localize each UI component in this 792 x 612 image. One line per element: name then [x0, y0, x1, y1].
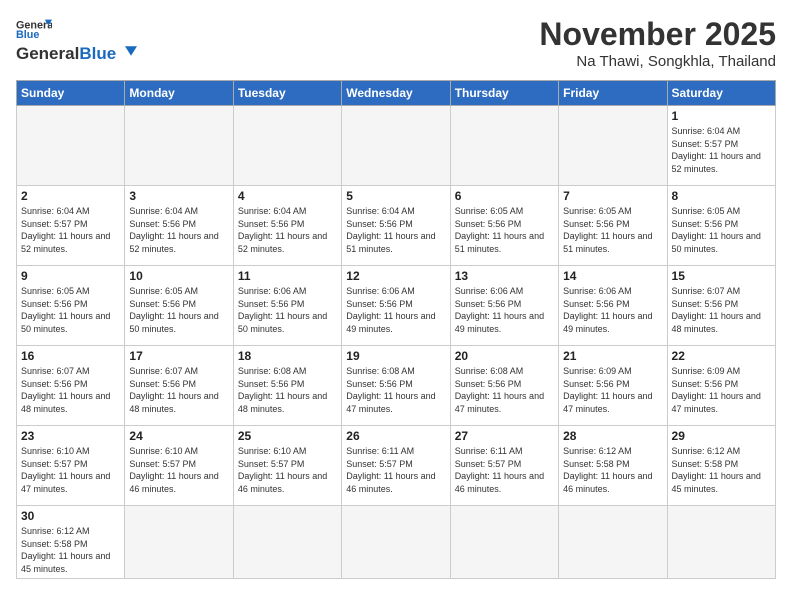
day-19: 19 Sunrise: 6:08 AMSunset: 5:56 PMDaylig…	[342, 346, 450, 426]
weekday-header-row: Sunday Monday Tuesday Wednesday Thursday…	[17, 81, 776, 106]
day-28: 28 Sunrise: 6:12 AMSunset: 5:58 PMDaylig…	[559, 426, 667, 506]
header-monday: Monday	[125, 81, 233, 106]
empty-cell	[450, 506, 558, 579]
logo-general: General	[16, 44, 79, 64]
day-25: 25 Sunrise: 6:10 AMSunset: 5:57 PMDaylig…	[233, 426, 341, 506]
empty-cell	[233, 506, 341, 579]
day-10: 10 Sunrise: 6:05 AMSunset: 5:56 PMDaylig…	[125, 266, 233, 346]
day-22: 22 Sunrise: 6:09 AMSunset: 5:56 PMDaylig…	[667, 346, 775, 426]
day-2: 2 Sunrise: 6:04 AMSunset: 5:57 PMDayligh…	[17, 186, 125, 266]
empty-cell	[667, 506, 775, 579]
day-9: 9 Sunrise: 6:05 AMSunset: 5:56 PMDayligh…	[17, 266, 125, 346]
day-24: 24 Sunrise: 6:10 AMSunset: 5:57 PMDaylig…	[125, 426, 233, 506]
week-row-2: 2 Sunrise: 6:04 AMSunset: 5:57 PMDayligh…	[17, 186, 776, 266]
day-18: 18 Sunrise: 6:08 AMSunset: 5:56 PMDaylig…	[233, 346, 341, 426]
day-20: 20 Sunrise: 6:08 AMSunset: 5:56 PMDaylig…	[450, 346, 558, 426]
day-27: 27 Sunrise: 6:11 AMSunset: 5:57 PMDaylig…	[450, 426, 558, 506]
day-16: 16 Sunrise: 6:07 AMSunset: 5:56 PMDaylig…	[17, 346, 125, 426]
day-6: 6 Sunrise: 6:05 AMSunset: 5:56 PMDayligh…	[450, 186, 558, 266]
header-tuesday: Tuesday	[233, 81, 341, 106]
empty-cell	[17, 106, 125, 186]
svg-text:Blue: Blue	[16, 29, 39, 40]
day-7: 7 Sunrise: 6:05 AMSunset: 5:56 PMDayligh…	[559, 186, 667, 266]
empty-cell	[559, 506, 667, 579]
empty-cell	[125, 106, 233, 186]
calendar-table: Sunday Monday Tuesday Wednesday Thursday…	[16, 80, 776, 579]
day-8: 8 Sunrise: 6:05 AMSunset: 5:56 PMDayligh…	[667, 186, 775, 266]
empty-cell	[233, 106, 341, 186]
empty-cell	[450, 106, 558, 186]
day-23: 23 Sunrise: 6:10 AMSunset: 5:57 PMDaylig…	[17, 426, 125, 506]
empty-cell	[342, 106, 450, 186]
empty-cell	[125, 506, 233, 579]
page-header: General Blue General Blue November 2025 …	[16, 16, 776, 70]
week-row-6: 30 Sunrise: 6:12 AMSunset: 5:58 PMDaylig…	[17, 506, 776, 579]
logo: General Blue General Blue	[16, 16, 137, 64]
day-4: 4 Sunrise: 6:04 AMSunset: 5:56 PMDayligh…	[233, 186, 341, 266]
week-row-3: 9 Sunrise: 6:05 AMSunset: 5:56 PMDayligh…	[17, 266, 776, 346]
week-row-5: 23 Sunrise: 6:10 AMSunset: 5:57 PMDaylig…	[17, 426, 776, 506]
day-21: 21 Sunrise: 6:09 AMSunset: 5:56 PMDaylig…	[559, 346, 667, 426]
header-friday: Friday	[559, 81, 667, 106]
title-block: November 2025 Na Thawi, Songkhla, Thaila…	[539, 16, 776, 70]
day-14: 14 Sunrise: 6:06 AMSunset: 5:56 PMDaylig…	[559, 266, 667, 346]
day-30: 30 Sunrise: 6:12 AMSunset: 5:58 PMDaylig…	[17, 506, 125, 579]
day-1: 1 Sunrise: 6:04 AMSunset: 5:57 PMDayligh…	[667, 106, 775, 186]
week-row-4: 16 Sunrise: 6:07 AMSunset: 5:56 PMDaylig…	[17, 346, 776, 426]
location: Na Thawi, Songkhla, Thailand	[539, 53, 776, 70]
header-sunday: Sunday	[17, 81, 125, 106]
day-26: 26 Sunrise: 6:11 AMSunset: 5:57 PMDaylig…	[342, 426, 450, 506]
day-29: 29 Sunrise: 6:12 AMSunset: 5:58 PMDaylig…	[667, 426, 775, 506]
header-thursday: Thursday	[450, 81, 558, 106]
month-year: November 2025	[539, 16, 776, 53]
day-17: 17 Sunrise: 6:07 AMSunset: 5:56 PMDaylig…	[125, 346, 233, 426]
header-saturday: Saturday	[667, 81, 775, 106]
empty-cell	[342, 506, 450, 579]
day-5: 5 Sunrise: 6:04 AMSunset: 5:56 PMDayligh…	[342, 186, 450, 266]
logo-blue: Blue	[79, 44, 116, 64]
day-11: 11 Sunrise: 6:06 AMSunset: 5:56 PMDaylig…	[233, 266, 341, 346]
week-row-1: 1 Sunrise: 6:04 AMSunset: 5:57 PMDayligh…	[17, 106, 776, 186]
header-wednesday: Wednesday	[342, 81, 450, 106]
day-3: 3 Sunrise: 6:04 AMSunset: 5:56 PMDayligh…	[125, 186, 233, 266]
empty-cell	[559, 106, 667, 186]
day-13: 13 Sunrise: 6:06 AMSunset: 5:56 PMDaylig…	[450, 266, 558, 346]
day-15: 15 Sunrise: 6:07 AMSunset: 5:56 PMDaylig…	[667, 266, 775, 346]
day-12: 12 Sunrise: 6:06 AMSunset: 5:56 PMDaylig…	[342, 266, 450, 346]
